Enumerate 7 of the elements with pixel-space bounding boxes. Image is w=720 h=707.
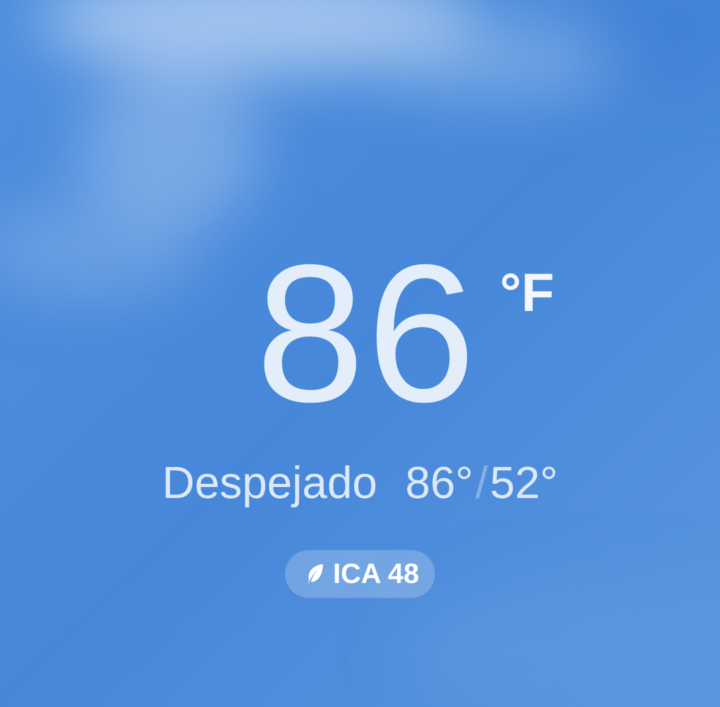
low-temperature: 52° — [490, 456, 558, 510]
temperature-unit: °F — [500, 266, 554, 320]
separator: / — [475, 456, 488, 510]
temperature: 86 — [256, 236, 478, 432]
high-temperature: 86° — [405, 456, 474, 510]
weather-condition: Despejado — [162, 456, 378, 510]
air-quality-badge[interactable]: ICA 48 — [284, 550, 436, 598]
